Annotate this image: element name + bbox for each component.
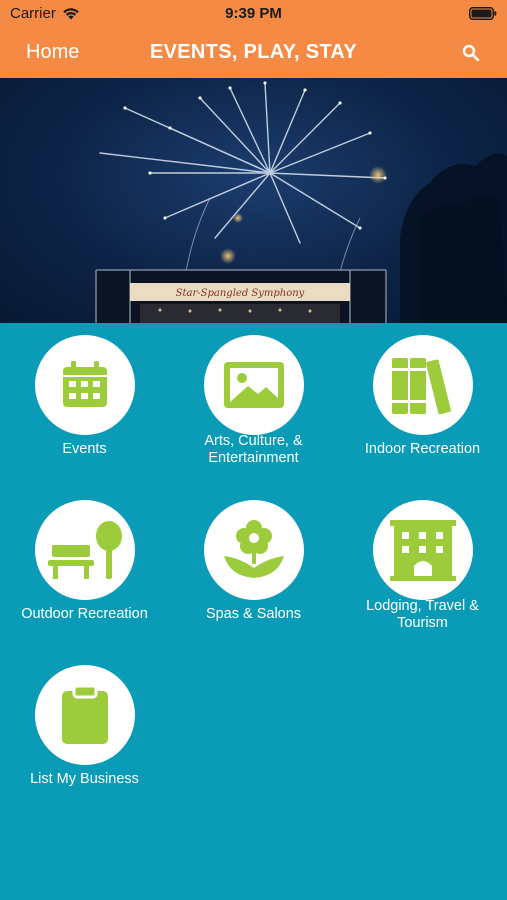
category-tile-lodging-travel[interactable]: Lodging, Travel & Tourism xyxy=(338,488,507,653)
category-label: Indoor Recreation xyxy=(364,441,481,457)
category-label: Outdoor Recreation xyxy=(21,606,148,622)
category-tile-indoor-recreation[interactable]: Indoor Recreation xyxy=(338,323,507,488)
books-icon xyxy=(391,358,451,415)
fireworks-illustration: Star-Spangled Symphony xyxy=(95,81,507,323)
category-label: Spas & Salons xyxy=(205,606,302,622)
category-icon-circle xyxy=(203,500,304,600)
clipboard-icon xyxy=(61,684,108,744)
category-tile-spas-salons[interactable]: Spas & Salons xyxy=(169,488,338,653)
status-time: 9:39 PM xyxy=(225,5,282,22)
stage-banner: Star-Spangled Symphony xyxy=(176,288,305,299)
category-tile-events[interactable]: Events xyxy=(0,323,169,488)
page-title: EVENTS, PLAY, STAY xyxy=(150,41,357,63)
category-icon-circle xyxy=(372,335,473,435)
category-tile-outdoor-recreation[interactable]: Outdoor Recreation xyxy=(0,488,169,653)
category-icon-circle xyxy=(372,500,473,600)
status-bar: Carrier 9:39 PM xyxy=(0,0,507,28)
calendar-icon xyxy=(62,361,107,407)
category-icon-circle xyxy=(34,335,135,435)
category-label: List My Business xyxy=(30,771,139,787)
category-icon-circle xyxy=(34,500,135,600)
flower-icon xyxy=(223,520,284,578)
search-icon[interactable] xyxy=(461,43,481,63)
battery-icon xyxy=(469,7,497,20)
category-icon-circle xyxy=(34,665,135,765)
hero-image: Star-Spangled Symphony xyxy=(0,78,507,323)
category-tile-list-my-business[interactable]: List My Business xyxy=(0,653,169,818)
category-icon-circle xyxy=(203,335,304,435)
navigation-bar: Home EVENTS, PLAY, STAY xyxy=(0,28,507,78)
park-bench-tree-icon xyxy=(47,521,122,579)
hotel-icon xyxy=(389,520,456,581)
category-label: Events xyxy=(62,441,107,457)
image-icon xyxy=(223,362,284,408)
category-label: Arts, Culture, & Entertainment xyxy=(204,433,303,466)
category-label: Lodging, Travel & Tourism xyxy=(366,598,479,631)
category-tile-arts-culture[interactable]: Arts, Culture, & Entertainment xyxy=(169,323,338,488)
